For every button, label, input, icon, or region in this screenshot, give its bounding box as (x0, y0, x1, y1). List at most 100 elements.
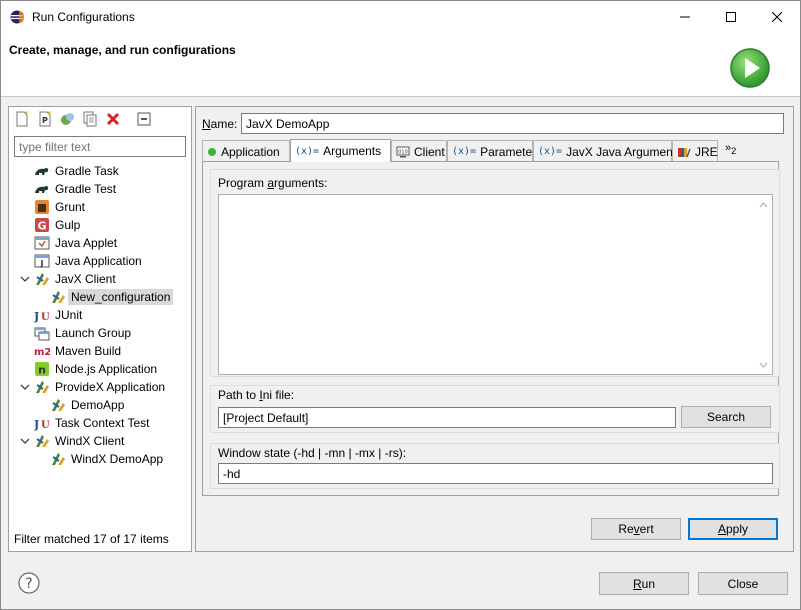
scroll-down-icon[interactable] (759, 362, 768, 368)
tree-item-label: Node.js Application (55, 362, 158, 376)
eclipse-icon (10, 10, 24, 24)
tree-item[interactable]: JavX Client (20, 270, 116, 288)
delete-icon[interactable] (105, 111, 121, 127)
export-icon[interactable] (59, 111, 75, 127)
minimize-button[interactable] (662, 1, 708, 33)
svg-text:G: G (37, 220, 46, 233)
ini-file-field[interactable] (218, 407, 676, 428)
close-button[interactable]: Close (698, 572, 788, 595)
tree-item[interactable]: WindX DemoApp (50, 450, 163, 468)
ini-file-group: Path to Ini file: Search (210, 385, 780, 433)
tab-parameters[interactable]: (x)= Parameters (447, 140, 542, 162)
tree-item[interactable]: New_configuration (50, 288, 174, 306)
tree-item[interactable]: Gradle Task (34, 162, 119, 180)
configuration-editor: Name: »2 Application(x)=Arguments 010 Clie… (195, 106, 794, 552)
close-icon (772, 12, 782, 22)
svg-text:J: J (34, 310, 39, 323)
tree-item[interactable]: n Node.js Application (34, 360, 157, 378)
maximize-button[interactable] (708, 1, 754, 33)
chevron-down-icon[interactable] (19, 273, 31, 285)
svg-text:J: J (40, 259, 44, 268)
tree-item-label: Gradle Task (55, 164, 119, 178)
window-state-label: Window state (-hd | -mn | -mx | -rs): (218, 446, 407, 460)
tab-client[interactable]: 010 Client (391, 140, 447, 162)
filter-input[interactable] (14, 136, 186, 157)
tree-item[interactable]: Java Applet (34, 234, 117, 252)
svg-text:P: P (42, 116, 48, 125)
arguments-tab-content: Program arguments: Path to Ini file: Sea… (202, 161, 780, 496)
nodejs-icon: n (34, 361, 50, 377)
search-button[interactable]: Search (681, 406, 771, 428)
tree-item-label: WindX Client (55, 434, 125, 448)
svg-text:J: J (34, 418, 39, 431)
window-state-field[interactable] (218, 463, 773, 484)
help-icon[interactable]: ? (18, 572, 40, 594)
tree-item[interactable]: Gradle Test (34, 180, 116, 198)
tree-item-label: Launch Group (55, 326, 132, 340)
tree-item[interactable]: Grunt (34, 198, 85, 216)
collapse-all-icon[interactable] (136, 111, 152, 127)
tree-item-label: Gulp (55, 218, 81, 232)
green-dot-icon (207, 147, 217, 157)
tree-item-label: Task Context Test (55, 416, 150, 430)
program-arguments-label: Program arguments: (218, 176, 328, 190)
close-window-button[interactable] (754, 1, 800, 33)
configuration-tree-panel: P Gradle Task G (8, 106, 192, 552)
tab-overflow-button[interactable]: »2 (725, 142, 736, 156)
new-prototype-icon[interactable]: P (37, 111, 53, 127)
tree-item-label: Maven Build (55, 344, 122, 358)
java-applet-icon (34, 235, 50, 251)
tree-item[interactable]: WindX Client (20, 432, 125, 450)
tab-application[interactable]: Application (202, 140, 290, 162)
tree-item[interactable]: J Java Application (34, 252, 142, 270)
tree-item[interactable]: ProvideX Application (20, 378, 166, 396)
chevron-down-icon[interactable] (19, 435, 31, 447)
javx-icon (34, 379, 50, 395)
gulp-icon: G (34, 217, 50, 233)
tree-item[interactable]: J U JUnit (34, 306, 82, 324)
tree-toolbar: P (9, 107, 191, 133)
svg-text:?: ? (25, 576, 32, 592)
run-button[interactable]: Run (599, 572, 689, 595)
tree-item[interactable]: J U Task Context Test (34, 414, 150, 432)
duplicate-icon[interactable] (82, 111, 98, 127)
program-arguments-group: Program arguments: (210, 169, 780, 377)
name-label: Name: (202, 117, 238, 131)
tree-item[interactable]: G Gulp (34, 216, 80, 234)
ini-file-label: Path to Ini file: (218, 388, 295, 402)
svg-text:U: U (41, 420, 50, 431)
tree-item-label: JUnit (55, 308, 83, 322)
minimize-icon (680, 16, 690, 18)
chevron-down-icon[interactable] (19, 381, 31, 393)
window-title: Run Configurations (32, 10, 135, 24)
new-configuration-icon[interactable] (14, 111, 30, 127)
tree-item[interactable]: Launch Group (34, 324, 131, 342)
revert-button[interactable]: Re v ert (591, 518, 681, 540)
variable-icon: (x)= (295, 145, 320, 157)
jre-icon (677, 146, 691, 158)
maximize-icon (726, 12, 736, 22)
gradle-icon (34, 163, 50, 179)
tree-item[interactable]: DemoApp (50, 396, 124, 414)
name-field[interactable] (241, 113, 784, 134)
apply-button[interactable]: Apply (688, 518, 778, 540)
java-application-icon: J (34, 253, 50, 269)
tab-label: Client (414, 144, 445, 159)
tab-javx-java-arguments[interactable]: (x)= JavX Java Arguments (533, 140, 682, 162)
scroll-up-icon[interactable] (759, 202, 768, 208)
svg-text:010: 010 (398, 149, 408, 155)
maven-icon: m2 (34, 343, 50, 359)
javx-icon (50, 451, 66, 467)
tree-item[interactable]: m2 Maven Build (34, 342, 121, 360)
variable-icon: (x)= (538, 146, 563, 157)
variable-icon: (x)= (452, 146, 477, 157)
tab-label: JRE (695, 144, 718, 159)
tree-item-label: JavX Client (55, 272, 116, 286)
javx-icon (50, 289, 66, 305)
tab-arguments[interactable]: (x)= Arguments (290, 139, 391, 162)
tree-item-label: ProvideX Application (55, 380, 166, 394)
tree-item-label: Java Applet (55, 236, 118, 250)
program-arguments-textarea[interactable] (218, 194, 773, 375)
tab-jre[interactable]: JRE (672, 140, 718, 162)
svg-text:U: U (41, 312, 50, 323)
